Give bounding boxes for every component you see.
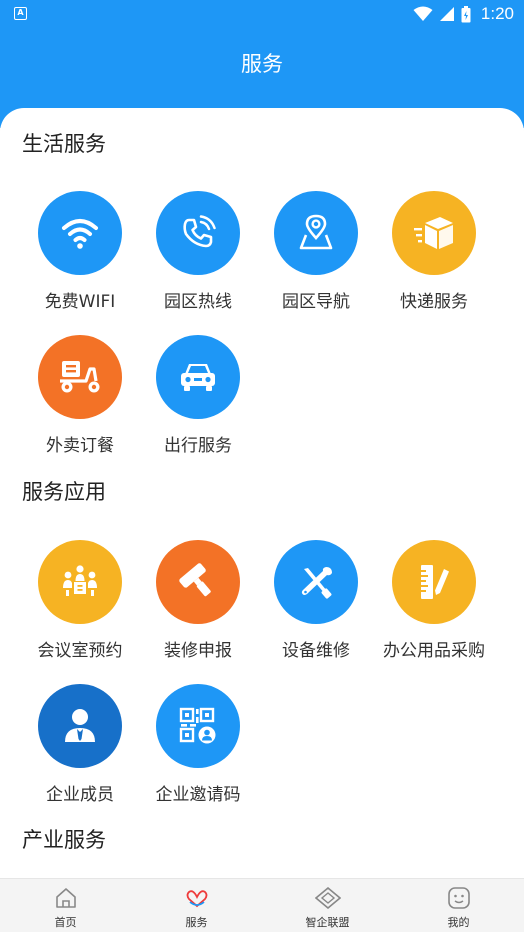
car-icon: [181, 364, 215, 391]
tab-alliance[interactable]: 智企联盟: [262, 879, 393, 932]
status-icons: 1:20: [413, 4, 514, 24]
status-bar: A 1:20: [0, 0, 524, 28]
meeting-icon: [63, 565, 97, 596]
service-travel[interactable]: 出行服务: [139, 335, 257, 456]
tools-icon: [301, 567, 332, 599]
wifi-signal-icon: [413, 6, 433, 21]
qrcode-icon: [179, 707, 216, 744]
service-park-hotline[interactable]: 园区热线: [139, 191, 257, 312]
service-meeting-booking[interactable]: 会议室预约: [21, 540, 139, 661]
status-time: 1:20: [480, 4, 514, 23]
ruler-pencil-icon: [421, 565, 449, 599]
person-icon: [65, 709, 95, 742]
service-food-delivery[interactable]: 外卖订餐: [21, 335, 139, 456]
heart-icon: [186, 890, 207, 908]
smile-icon: [447, 887, 470, 909]
cell-signal-icon: [439, 7, 454, 21]
home-icon: [55, 888, 76, 908]
bottom-tab-bar: 首页 服务 智企联盟 我的: [0, 878, 524, 932]
section-title-life: 生活服务: [22, 132, 106, 156]
wifi-icon: [62, 219, 98, 249]
tab-home[interactable]: 首页: [0, 879, 131, 932]
service-equipment-repair[interactable]: 设备维修: [257, 540, 375, 661]
service-express[interactable]: 快递服务: [375, 191, 493, 312]
phone-icon: [183, 215, 216, 248]
package-icon: [414, 217, 453, 249]
notification-icon: A: [14, 7, 27, 20]
service-park-navigation[interactable]: 园区导航: [257, 191, 375, 312]
service-office-supplies[interactable]: 办公用品采购: [375, 540, 493, 661]
section-title-industry: 产业服务: [22, 828, 106, 852]
scooter-icon: [60, 361, 100, 393]
services-card: 生活服务 免费WIFI 园区热线 园区导航 快递服务 外卖订餐 出行服务 服务应…: [0, 108, 524, 878]
map-pin-icon: [299, 214, 333, 250]
battery-icon: [461, 5, 471, 22]
tab-mine[interactable]: 我的: [393, 879, 524, 932]
page-title: 服务: [241, 52, 283, 76]
service-invite-code[interactable]: 企业邀请码: [139, 684, 257, 805]
section-title-apps: 服务应用: [22, 480, 106, 504]
service-renovation[interactable]: 装修申报: [139, 540, 257, 661]
service-company-members[interactable]: 企业成员: [21, 684, 139, 805]
service-free-wifi[interactable]: 免费WIFI: [21, 191, 139, 312]
tab-services[interactable]: 服务: [131, 879, 262, 932]
diamond-icon: [314, 886, 341, 910]
paint-roller-icon: [179, 563, 211, 597]
